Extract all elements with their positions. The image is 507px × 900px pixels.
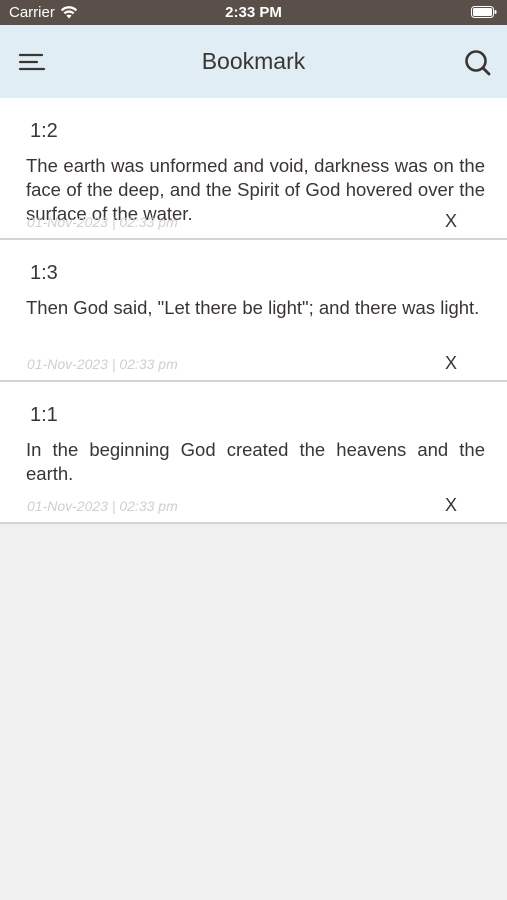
status-bar: Carrier 2:33 PM: [0, 0, 507, 25]
status-time: 2:33 PM: [225, 4, 282, 21]
delete-bookmark-button[interactable]: X: [445, 211, 457, 232]
verse-reference: 1:3: [30, 262, 58, 284]
verse-reference: 1:1: [30, 404, 58, 426]
delete-bookmark-button[interactable]: X: [445, 353, 457, 374]
verse-text: In the beginning God created the heavens…: [26, 439, 485, 484]
page-title: Bookmark: [201, 48, 306, 74]
verse-text: Then God said, "Let there be light"; and…: [26, 297, 480, 318]
verse-reference: 1:2: [30, 120, 58, 142]
bookmark-timestamp: 01-Nov-2023 | 02:33 pm: [27, 356, 178, 372]
search-icon: [465, 50, 491, 76]
bookmark-timestamp: 01-Nov-2023 | 02:33 pm: [27, 214, 178, 230]
battery-icon: [471, 6, 497, 18]
bookmark-item[interactable]: 1:2 The earth was unformed and void, dar…: [0, 98, 507, 240]
delete-bookmark-button[interactable]: X: [445, 495, 457, 516]
bookmark-timestamp: 01-Nov-2023 | 02:33 pm: [27, 498, 178, 514]
navigation-bar: Bookmark: [0, 25, 507, 98]
bookmark-item[interactable]: 1:1 In the beginning God created the hea…: [0, 382, 507, 524]
search-button[interactable]: [463, 48, 493, 78]
bookmark-item[interactable]: 1:3 Then God said, "Let there be light";…: [0, 240, 507, 382]
bookmark-list: 1:2 The earth was unformed and void, dar…: [0, 98, 507, 524]
